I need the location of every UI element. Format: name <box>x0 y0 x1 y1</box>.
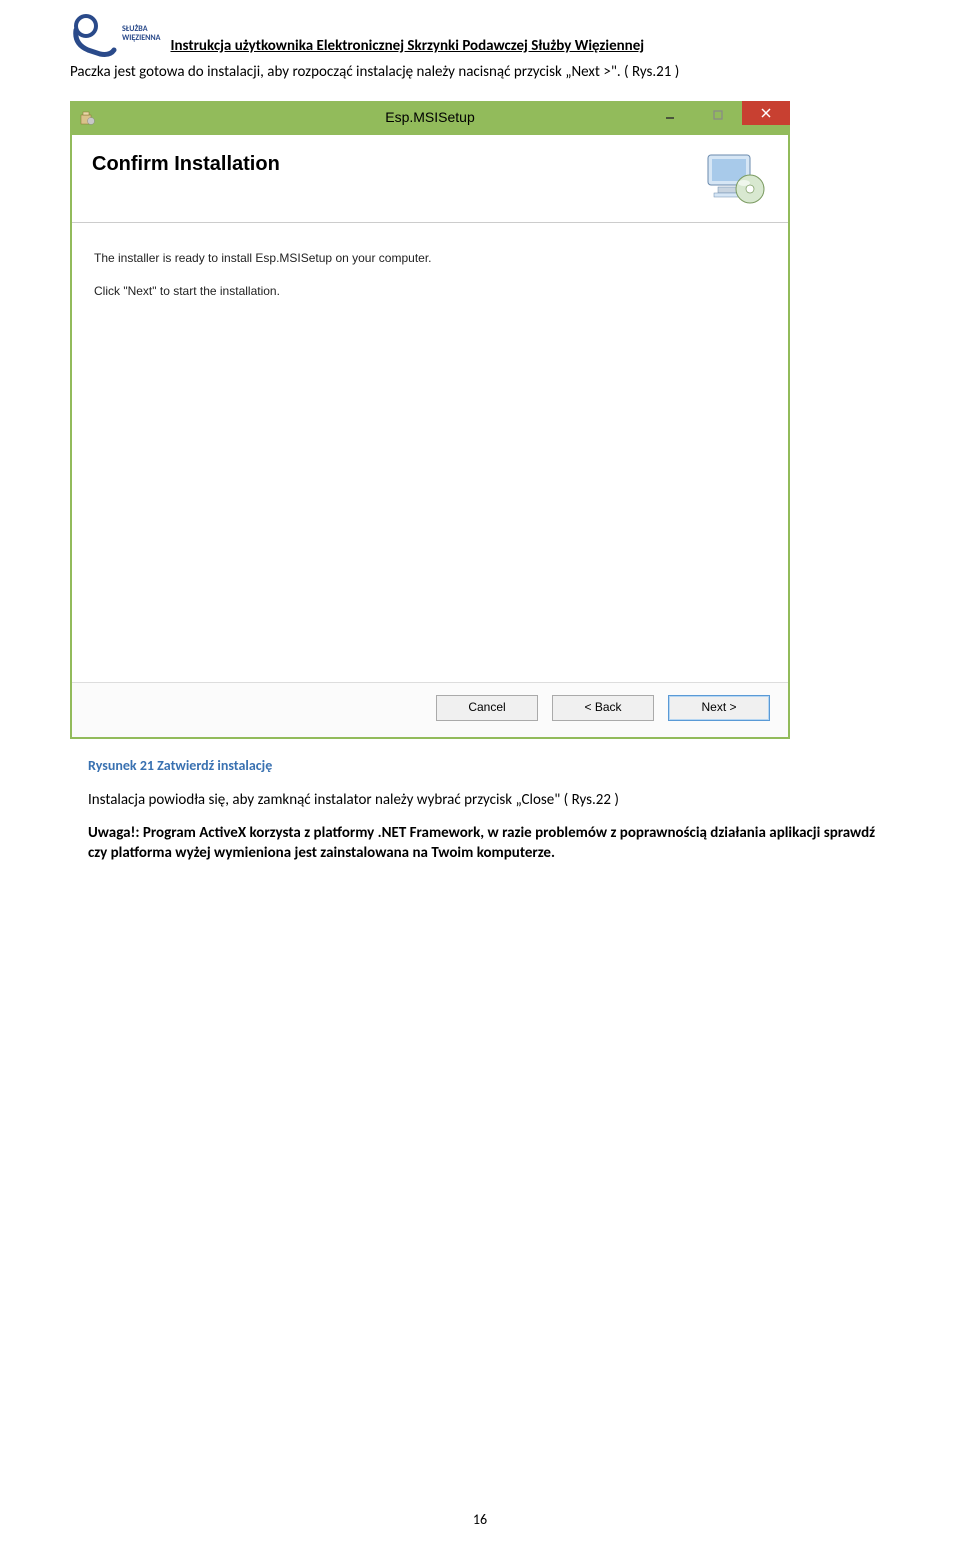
window-buttons <box>646 101 790 135</box>
close-button[interactable] <box>742 101 790 125</box>
intro-paragraph: Paczka jest gotowa do instalacji, aby ro… <box>70 63 890 83</box>
logo: SŁUŻBA WIĘZIENNA <box>70 10 161 58</box>
figure-caption: Rysunek 21 Zatwierdź instalację <box>88 757 890 775</box>
minimize-button[interactable] <box>646 101 694 129</box>
installer-window: Esp.MSISetup Confirm Installation <box>70 101 790 739</box>
titlebar: Esp.MSISetup <box>70 101 790 135</box>
installer-app-icon <box>78 109 96 127</box>
back-button[interactable]: < Back <box>552 695 654 721</box>
paragraph-1: Instalacja powiodła się, aby zamknąć ins… <box>88 791 890 811</box>
button-row: Cancel < Back Next > <box>72 683 788 737</box>
content-line-2: Click "Next" to start the installation. <box>94 284 766 300</box>
logo-text: SŁUŻBA WIĘZIENNA <box>122 25 161 43</box>
banner-title: Confirm Installation <box>92 151 280 177</box>
next-button[interactable]: Next > <box>668 695 770 721</box>
page-number: 16 <box>0 1511 960 1529</box>
installer-content: The installer is ready to install Esp.MS… <box>72 223 788 683</box>
logo-icon <box>70 10 118 58</box>
content-line-1: The installer is ready to install Esp.MS… <box>94 251 766 267</box>
computer-disc-icon <box>704 151 768 207</box>
maximize-button[interactable] <box>694 101 742 129</box>
cancel-button[interactable]: Cancel <box>436 695 538 721</box>
page-header: SŁUŻBA WIĘZIENNA Instrukcja użytkownika … <box>70 10 890 58</box>
installer-banner: Confirm Installation <box>72 135 788 223</box>
page-title: Instrukcja użytkownika Elektronicznej Sk… <box>171 37 891 59</box>
paragraph-warning: Uwaga!: Program ActiveX korzysta z platf… <box>88 824 890 863</box>
